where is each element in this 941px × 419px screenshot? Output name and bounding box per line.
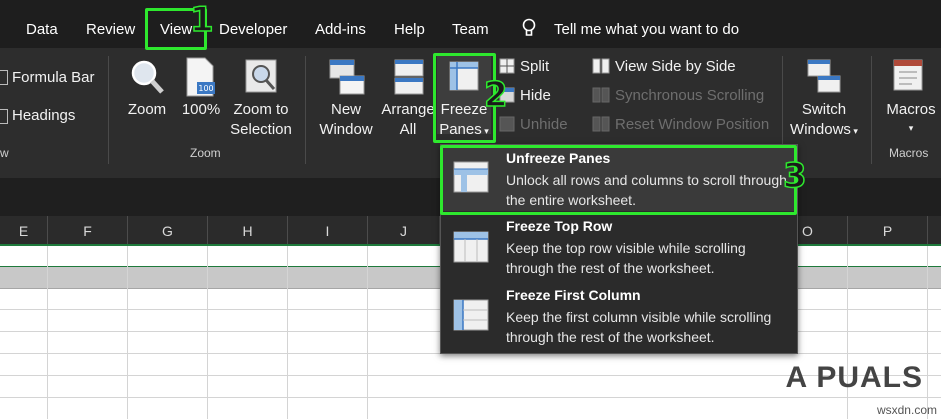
column-header-j[interactable]: J [368,216,440,244]
view-side-by-side-button[interactable]: View Side by Side [615,57,736,77]
tab-developer[interactable]: Developer [219,0,287,48]
row-line [0,397,941,398]
headings-label[interactable]: Headings [12,106,75,126]
column-line [47,246,48,419]
zoom-icon[interactable] [129,58,165,96]
chevron-down-icon: ▾ [850,126,858,136]
group-divider [305,56,306,164]
zoom-group-label: Zoom [190,146,221,160]
column-header-p[interactable]: P [848,216,928,244]
zoom-to-selection-button[interactable]: Zoom to Selection [225,100,297,140]
zoom-to-selection-icon[interactable] [244,58,280,96]
hundred-percent-button[interactable]: 100% [178,100,224,120]
reset-window-position-button: Reset Window Position [615,116,770,133]
freeze-top-row-title: Freeze Top Row [506,218,613,234]
zoom-to-selection-line1: Zoom to [233,101,289,118]
tab-team[interactable]: Team [452,0,489,48]
arrange-all-line1: Arrange [381,101,435,118]
column-header-i[interactable]: I [288,216,368,244]
column-line [927,246,928,419]
zoom-button[interactable]: Zoom [122,100,172,120]
appuals-logo: A PUALS [785,361,923,394]
switch-windows-line2: Windows [790,121,851,138]
chevron-down-icon[interactable]: ▾ [902,118,920,138]
menu-bar: Data Review View Developer Add-ins Help … [0,0,941,48]
view-side-by-side-icon[interactable] [592,58,610,74]
arrange-all-line2: All [399,121,417,138]
step-1-label: 1 [189,0,214,41]
group-divider [871,56,872,164]
new-window-line2: Window [319,121,373,138]
column-line [207,246,208,419]
column-header-f[interactable]: F [48,216,128,244]
hundred-percent-icon[interactable]: 100 [185,56,217,98]
column-header-g[interactable]: G [128,216,208,244]
tab-data[interactable]: Data [26,0,58,48]
column-line [367,246,368,419]
zoom-to-selection-line2: Selection [230,121,292,138]
freeze-first-column-desc: Keep the first column visible while scro… [506,309,772,345]
new-window-icon[interactable] [328,58,366,98]
column-header-h[interactable]: H [208,216,288,244]
freeze-first-column-icon [453,299,489,331]
split-icon[interactable] [499,58,515,74]
unhide-icon [499,116,515,132]
arrange-all-icon[interactable] [393,58,425,98]
reset-window-position-icon [592,116,610,132]
formula-bar-label[interactable]: Formula Bar [12,68,95,88]
freeze-top-row-desc: Keep the top row visible while scrolling… [506,240,746,276]
new-window-line1: New [330,101,361,118]
freeze-first-column-title: Freeze First Column [506,287,641,303]
menu-item-freeze-top-row[interactable]: Freeze Top Row Keep the top row visible … [441,215,797,281]
switch-windows-button[interactable]: Switch Windows ▾ [786,100,862,141]
split-button[interactable]: Split [520,57,549,77]
tab-add-ins[interactable]: Add-ins [315,0,366,48]
arrange-all-button[interactable]: Arrange All [378,100,438,140]
column-header-e[interactable]: E [0,216,48,244]
highlight-unfreeze-panes [440,145,797,215]
new-window-button[interactable]: New Window [313,100,379,140]
formula-bar-checkbox[interactable] [0,70,8,85]
step-2-label: 2 [483,74,508,116]
tab-review[interactable]: Review [86,0,135,48]
hide-button[interactable]: Hide [520,86,551,106]
switch-windows-icon[interactable] [806,58,842,98]
synchronous-scrolling-button: Synchronous Scrolling [615,87,765,104]
svg-text:100: 100 [198,84,213,93]
show-group-label: w [0,146,9,160]
unhide-button: Unhide [520,116,568,133]
watermark: wsxdn.com [876,403,937,417]
tab-help[interactable]: Help [394,0,425,48]
lightbulb-icon [522,18,536,36]
freeze-top-row-icon [453,231,489,263]
macros-icon[interactable] [892,58,926,98]
tell-me-search[interactable]: Tell me what you want to do [554,0,739,48]
switch-windows-line1: Switch [801,101,847,118]
headings-checkbox[interactable] [0,109,8,124]
macros-button[interactable]: Macros [882,100,940,120]
synchronous-scrolling-icon [592,87,610,103]
column-line [127,246,128,419]
menu-item-freeze-first-column[interactable]: Freeze First Column Keep the first colum… [441,283,797,349]
group-divider [108,56,109,164]
column-line [287,246,288,419]
step-3-label: 3 [782,155,807,197]
macros-group-label: Macros [889,146,929,160]
